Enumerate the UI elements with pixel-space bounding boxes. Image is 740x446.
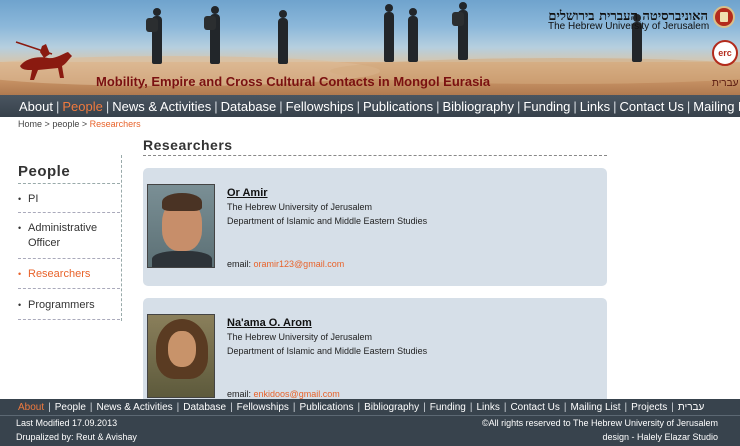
researcher-name-link[interactable]: Or Amir [227, 187, 268, 199]
sidebar-item-researchers[interactable]: Researchers [18, 267, 120, 282]
nav-item-fellowships[interactable]: Fellowships [283, 99, 357, 114]
footer-nav-item-contact-us[interactable]: Contact Us [506, 402, 563, 413]
footer-nav-item-news-activities[interactable]: News & Activities [93, 402, 177, 413]
footer-nav-item-people[interactable]: People [51, 402, 90, 413]
email-label: email: [227, 259, 252, 269]
footer-nav-item-fellowships[interactable]: Fellowships [233, 402, 293, 413]
nav-item-people[interactable]: People [59, 99, 105, 114]
sidebar-divider [18, 288, 120, 289]
header-banner: האוניברסיטה העברית בירושלים The Hebrew U… [0, 0, 740, 95]
researcher-department: Department of Islamic and Middle Eastern… [227, 346, 428, 356]
researcher-institution: The Hebrew University of Jerusalem [227, 332, 373, 342]
title-divider [143, 155, 607, 156]
last-modified: Last Modified 17.09.2013 [16, 418, 118, 428]
nav-item-funding[interactable]: Funding [520, 99, 573, 114]
footer: About | People | News & Activities | Database |… [0, 399, 740, 446]
backpack [204, 16, 216, 30]
breadcrumb-home[interactable]: Home [18, 119, 42, 129]
researcher-photo [147, 184, 215, 268]
footer-nav-item-about[interactable]: About [14, 402, 48, 413]
footer-divider [0, 415, 740, 416]
email-link[interactable]: enkidoos@gmail.com [254, 389, 340, 399]
walker-figure [384, 4, 394, 62]
page-title: Researchers [143, 137, 233, 153]
researcher-institution: The Hebrew University of Jerusalem [227, 202, 373, 212]
hebrew-university-logo-english: The Hebrew University of Jerusalem [548, 21, 710, 32]
nav-item-database[interactable]: Database [218, 99, 280, 114]
footer-nav: About | People | News & Activities | Database |… [14, 402, 708, 413]
sidebar-divider [18, 319, 120, 320]
nav-item-bibliography[interactable]: Bibliography [439, 99, 517, 114]
footer-nav-item-funding[interactable]: Funding [426, 402, 470, 413]
university-seal-icon [713, 6, 735, 28]
main-nav: About | People | News & Activities | Database |… [0, 95, 740, 117]
hebrew-language-link[interactable]: עברית [712, 78, 738, 89]
footer-nav-item-bibliography[interactable]: Bibliography [360, 402, 423, 413]
walker-figure [408, 8, 418, 62]
email-link[interactable]: oramir123@gmail.com [254, 259, 345, 269]
nav-item-mailing-list[interactable]: Mailing List [690, 99, 740, 114]
researcher-photo [147, 314, 215, 398]
breadcrumb-people[interactable]: people [52, 119, 79, 129]
footer-nav-item-hebrew[interactable]: עברית [674, 402, 708, 413]
researcher-card: Na'ama O. Arom The Hebrew University of … [143, 298, 607, 408]
sidebar-item-programmers[interactable]: Programmers [18, 298, 120, 313]
project-title: Mobility, Empire and Cross Cultural Cont… [96, 74, 491, 89]
nav-item-contact-us[interactable]: Contact Us [617, 99, 687, 114]
footer-nav-item-links[interactable]: Links [472, 402, 503, 413]
researcher-email: email: enkidoos@gmail.com [227, 389, 340, 399]
walker-figure [278, 10, 288, 64]
footer-nav-item-projects[interactable]: Projects [627, 402, 671, 413]
researcher-name-link[interactable]: Na'ama O. Arom [227, 317, 312, 329]
sidebar-title-divider [18, 183, 120, 184]
sidebar-item-administrative-officer[interactable]: Administrative Officer [18, 221, 120, 251]
sidebar-divider [18, 258, 120, 259]
nav-item-news-activities[interactable]: News & Activities [109, 99, 214, 114]
researcher-card: Or Amir The Hebrew University of Jerusal… [143, 168, 607, 286]
backpack [452, 12, 464, 26]
horse-rider-logo-icon [15, 41, 72, 80]
sidebar-title: People [18, 163, 71, 180]
breadcrumb-separator: > [81, 119, 88, 129]
footer-nav-item-mailing-list[interactable]: Mailing List [567, 402, 625, 413]
footer-nav-item-publications[interactable]: Publications [296, 402, 358, 413]
page: האוניברסיטה העברית בירושלים The Hebrew U… [0, 0, 740, 446]
design-credit: design - Halely Elazar Studio [602, 432, 718, 442]
nav-item-links[interactable]: Links [577, 99, 613, 114]
researcher-email: email: oramir123@gmail.com [227, 259, 344, 269]
copyright: ©All rights reserved to The Hebrew Unive… [481, 418, 718, 428]
breadcrumb: Home > people > Researchers [18, 119, 141, 129]
nav-item-about[interactable]: About [16, 99, 56, 114]
breadcrumb-separator: > [44, 119, 50, 129]
sidebar-item-pi[interactable]: PI [18, 192, 120, 207]
sidebar-divider [18, 212, 120, 213]
drupalized-credit: Drupalized by: Reut & Avishay [16, 432, 137, 442]
erc-logo: erc [712, 40, 738, 66]
footer-nav-item-database[interactable]: Database [179, 402, 230, 413]
sidebar-divider-vertical [121, 155, 122, 321]
email-label: email: [227, 389, 252, 399]
researcher-department: Department of Islamic and Middle Eastern… [227, 216, 428, 226]
nav-item-publications[interactable]: Publications [360, 99, 436, 114]
breadcrumb-current: Researchers [89, 119, 141, 129]
backpack [146, 18, 158, 32]
